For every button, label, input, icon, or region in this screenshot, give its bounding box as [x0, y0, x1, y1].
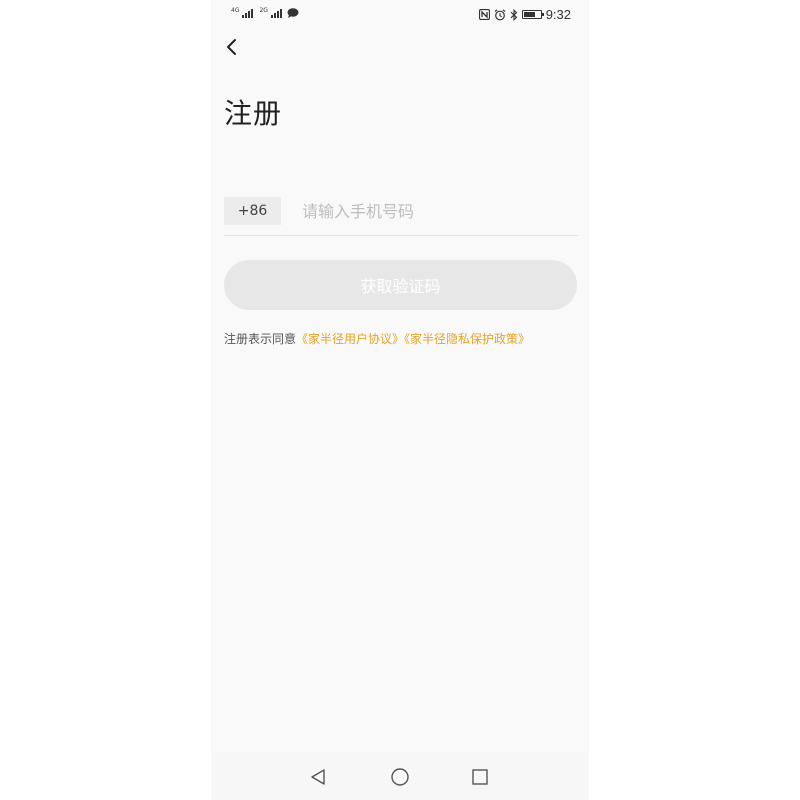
triangle-back-icon	[311, 769, 325, 785]
nav-home-button[interactable]	[389, 766, 411, 788]
system-nav-bar	[211, 752, 589, 800]
status-left: 4G 2G	[231, 8, 299, 18]
phone-number-input[interactable]	[302, 197, 572, 225]
nav-back-button[interactable]	[308, 766, 330, 788]
network-type-2: 2G	[259, 7, 268, 14]
nfc-icon	[478, 9, 490, 20]
back-button[interactable]	[219, 33, 247, 61]
signal-icon	[242, 8, 254, 18]
agreement-text: 注册表示同意《家半径用户协议》《家半径隐私保护政策》	[224, 330, 584, 347]
chevron-left-icon	[227, 39, 236, 55]
status-bar: 4G 2G 9:32	[211, 0, 589, 32]
status-right: 9:32	[478, 7, 571, 22]
nav-recent-button[interactable]	[469, 766, 491, 788]
bluetooth-icon	[510, 8, 517, 21]
network-type-1: 4G	[231, 7, 240, 14]
privacy-policy-link[interactable]: 《家半径隐私保护政策》	[404, 332, 530, 346]
status-time: 9:32	[545, 7, 571, 22]
app-screen: 4G 2G 9:32 注册 +86 请输入手机号码 获取验证码 注册表示同意《家…	[211, 0, 589, 800]
circle-home-icon	[391, 768, 409, 786]
square-recent-icon	[472, 769, 488, 785]
user-agreement-link[interactable]: 《家半径用户协议》	[296, 332, 404, 346]
country-code-selector[interactable]: +86	[224, 197, 281, 225]
battery-icon	[521, 10, 544, 19]
get-verification-code-button[interactable]: 获取验证码	[224, 260, 577, 310]
phone-input-row: +86	[224, 197, 578, 236]
signal-icon	[270, 8, 282, 18]
page-title: 注册	[224, 97, 283, 130]
alarm-icon	[494, 8, 506, 20]
agreement-prefix: 注册表示同意	[224, 332, 297, 346]
message-icon	[287, 8, 299, 18]
